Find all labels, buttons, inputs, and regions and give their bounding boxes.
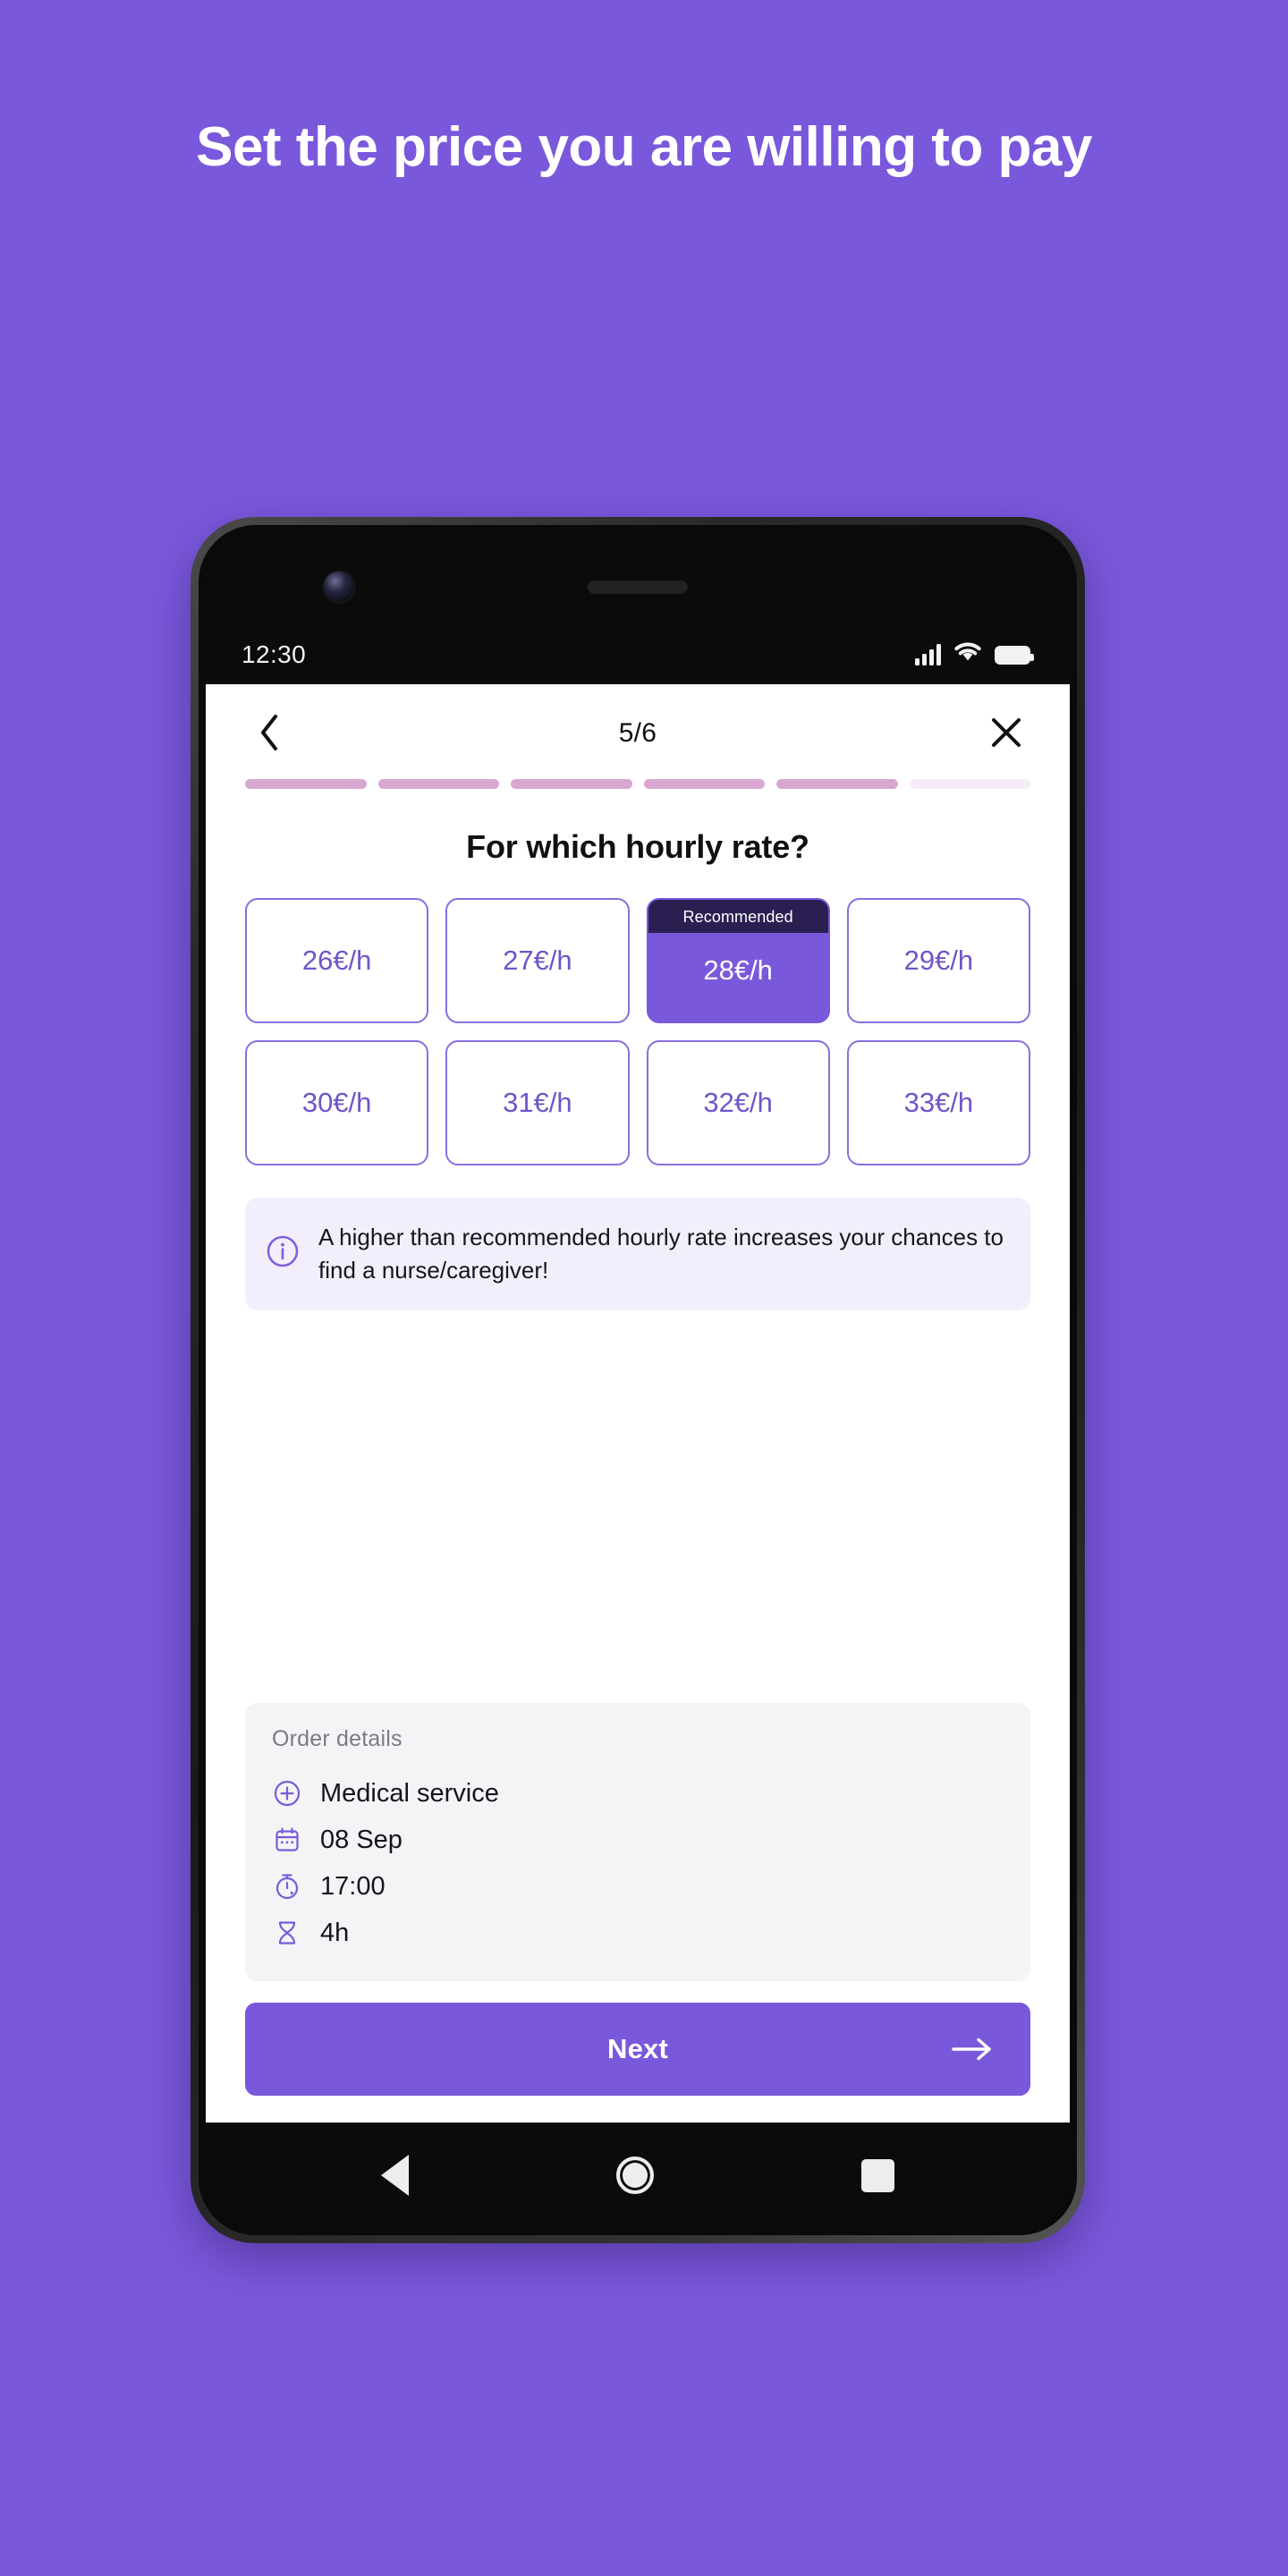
rate-option-label: 32€/h (703, 1087, 773, 1118)
progress-segment-2 (377, 779, 499, 789)
status-bar: 12:30 (206, 625, 1070, 684)
info-circle-icon (265, 1233, 301, 1274)
info-callout: A higher than recommended hourly rate in… (245, 1198, 1030, 1310)
earpiece-speaker-icon (588, 580, 688, 594)
order-details-card: Order details Medical service 08 Sep 17:… (245, 1703, 1030, 1981)
rate-option-label: 31€/h (503, 1087, 572, 1118)
hourglass-icon (272, 1918, 302, 1948)
rate-option-label: 30€/h (301, 1087, 372, 1118)
plus-circle-icon (272, 1778, 302, 1809)
rate-option-33[interactable]: 33€/h (846, 1040, 1030, 1165)
status-bar-icons (915, 642, 1034, 667)
order-row-time: 17:00 (272, 1863, 1004, 1910)
nav-home-circle-icon[interactable] (616, 2157, 654, 2194)
hourly-rate-options: 26€/h 27€/h Recommended 28€/h 29€/h 30€/… (206, 866, 1070, 1165)
status-bar-time: 12:30 (242, 640, 307, 668)
phone-device-frame: 12:30 5/6 For which hourly rate? 26€/h 2… (191, 517, 1085, 2243)
nav-back-triangle-icon[interactable] (381, 2155, 409, 2196)
rate-option-26[interactable]: 26€/h (245, 898, 429, 1023)
order-row-text: 17:00 (320, 1871, 386, 1901)
progress-segment-6 (909, 779, 1030, 789)
progress-segment-4 (643, 779, 765, 789)
progress-segment-1 (245, 779, 367, 789)
rate-option-label: 28€/h (703, 954, 773, 986)
order-row-service: Medical service (272, 1770, 1004, 1817)
order-row-date: 08 Sep (272, 1817, 1004, 1863)
rate-option-30[interactable]: 30€/h (245, 1040, 429, 1165)
rate-option-28-selected[interactable]: Recommended 28€/h (646, 898, 830, 1023)
app-screen: 5/6 For which hourly rate? 26€/h 27€/h R… (206, 684, 1070, 2123)
progress-segment-3 (511, 779, 632, 789)
back-button[interactable] (245, 709, 293, 758)
arrow-right-icon (952, 2037, 993, 2062)
order-row-text: 4h (320, 1918, 350, 1947)
rate-option-32[interactable]: 32€/h (646, 1040, 830, 1165)
question-title: For which hourly rate? (466, 828, 809, 865)
app-header: 5/6 (206, 684, 1070, 767)
stopwatch-icon (272, 1871, 302, 1902)
progress-segment-5 (776, 779, 898, 789)
nav-recents-square-icon[interactable] (861, 2158, 894, 2192)
rate-option-label: 26€/h (301, 945, 372, 976)
rate-option-label: 33€/h (903, 1087, 974, 1118)
order-row-text: 08 Sep (320, 1825, 402, 1854)
front-camera-icon (324, 572, 354, 602)
calendar-icon (272, 1825, 302, 1855)
wifi-icon (954, 642, 981, 667)
next-button[interactable]: Next (245, 2003, 1030, 2096)
promo-headline: Set the price you are willing to pay (196, 116, 1092, 178)
order-row-duration: 4h (272, 1910, 1004, 1956)
rate-option-29[interactable]: 29€/h (846, 898, 1030, 1023)
cellular-signal-icon (915, 644, 941, 665)
step-counter: 5/6 (618, 718, 657, 748)
rate-option-31[interactable]: 31€/h (445, 1040, 630, 1165)
close-x-icon (989, 716, 1023, 752)
phone-inner-bezel: 12:30 5/6 For which hourly rate? 26€/h 2… (199, 525, 1077, 2235)
rate-option-label: 27€/h (503, 945, 572, 976)
rate-option-27[interactable]: 27€/h (445, 898, 630, 1023)
next-button-label: Next (607, 2033, 668, 2064)
battery-full-icon (995, 645, 1034, 665)
order-details-heading: Order details (272, 1726, 402, 1751)
phone-screen: 12:30 5/6 For which hourly rate? 26€/h 2… (206, 532, 1070, 2228)
recommended-badge: Recommended (648, 900, 828, 933)
order-row-text: Medical service (320, 1778, 499, 1808)
rate-option-label: 29€/h (903, 945, 974, 976)
close-button[interactable] (982, 709, 1030, 758)
chevron-left-icon (258, 714, 281, 754)
info-callout-text: A higher than recommended hourly rate in… (318, 1224, 1004, 1284)
phone-top-bezel (206, 532, 1070, 625)
progress-indicator (206, 767, 1070, 789)
android-navigation-bar (206, 2123, 1070, 2228)
